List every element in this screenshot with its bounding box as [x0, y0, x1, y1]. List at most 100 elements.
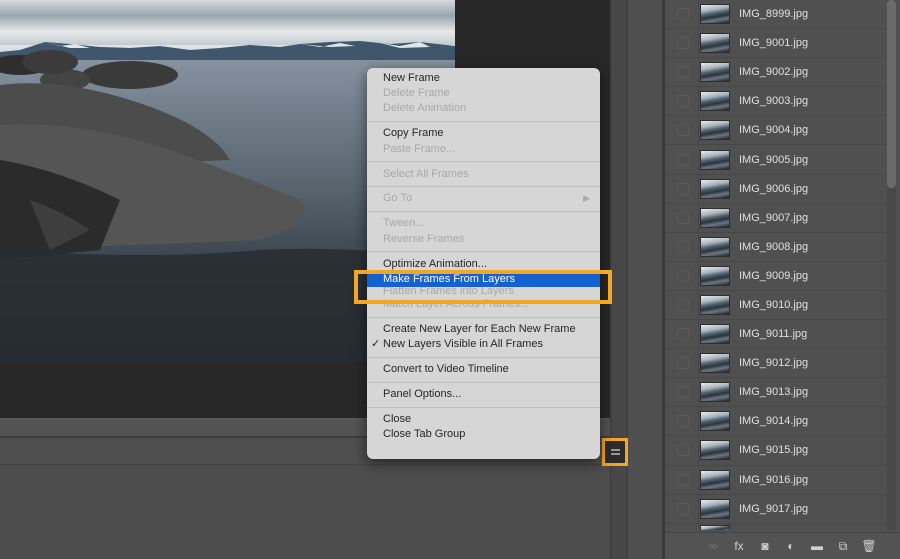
layers-scrollbar[interactable]: [887, 0, 896, 530]
column-divider: [698, 116, 699, 145]
layer-name: IMG_9007.jpg: [739, 211, 809, 224]
visibility-toggle[interactable]: [677, 37, 689, 50]
column-divider: [698, 494, 699, 523]
layers-scrollbar-thumb[interactable]: [887, 0, 896, 188]
visibility-toggle[interactable]: [677, 298, 689, 311]
menu-item-make-frames-from-layers[interactable]: Make Frames From Layers: [367, 271, 600, 287]
panel-menu-button[interactable]: [602, 438, 628, 466]
layer-row[interactable]: IMG_9007.jpg: [665, 203, 890, 233]
layer-thumbnail: [700, 382, 730, 403]
column-divider: [698, 87, 699, 116]
layer-name: IMG_9015.jpg: [739, 444, 809, 457]
layer-name: IMG_9009.jpg: [739, 269, 809, 282]
menu-item-new-layers-visible-in-all-frames[interactable]: ✓ New Layers Visible in All Frames: [367, 337, 600, 352]
layer-row[interactable]: IMG_9010.jpg: [665, 290, 890, 321]
layer-thumbnail: [700, 178, 730, 199]
layer-row[interactable]: IMG_9012.jpg: [665, 349, 890, 379]
menu-separator: [367, 406, 600, 408]
menu-item-flatten-frames-into-layers: Flatten Frames into Layers: [367, 287, 600, 297]
layer-row[interactable]: IMG_9008.jpg: [665, 232, 890, 262]
new-group-icon[interactable]: ▬: [804, 536, 830, 556]
layer-row[interactable]: IMG_9016.jpg: [665, 465, 890, 495]
menu-item-convert-to-video-timeline[interactable]: Convert to Video Timeline: [367, 362, 600, 377]
timeline-panel-context-menu: New Frame Delete Frame Delete Animation Cop…: [367, 68, 600, 459]
layer-list: IMG_8999.jpg IMG_9001.jpg IMG_9002.jpg IMG_…: [665, 0, 890, 530]
layer-row[interactable]: IMG_9009.jpg: [665, 261, 890, 291]
menu-separator: [367, 120, 600, 122]
visibility-toggle[interactable]: [677, 415, 689, 428]
layer-row[interactable]: IMG_9005.jpg: [665, 145, 890, 175]
menu-item-close[interactable]: Close: [367, 412, 600, 427]
layer-thumbnail: [700, 324, 730, 345]
layer-row[interactable]: IMG_9015.jpg: [665, 436, 890, 466]
menu-item-delete-animation: Delete Animation: [367, 101, 600, 116]
layer-row[interactable]: IMG_9002.jpg: [665, 58, 890, 88]
column-divider: [698, 378, 699, 407]
menu-item-label: Create New Layer for Each New Frame: [383, 322, 576, 335]
layers-footer-toolbar: ∞ fx ◙ ◐ ▬ ⧉ 🗑: [665, 532, 900, 559]
visibility-toggle[interactable]: [677, 153, 689, 166]
menu-separator: [367, 356, 600, 358]
layer-row[interactable]: IMG_9003.jpg: [665, 87, 890, 117]
column-divider: [698, 349, 699, 378]
menu-item-copy-frame[interactable]: Copy Frame: [367, 126, 600, 141]
column-divider: [698, 290, 699, 320]
visibility-toggle[interactable]: [677, 473, 689, 486]
column-divider: [698, 0, 699, 29]
adjustment-layer-icon[interactable]: ◐: [778, 536, 804, 556]
link-layers-icon[interactable]: ∞: [700, 536, 726, 556]
menu-item-panel-options[interactable]: Panel Options...: [367, 387, 600, 402]
photoshop-window: IMG_8999.jpg IMG_9001.jpg IMG_9002.jpg IMG_…: [0, 0, 900, 559]
layer-row[interactable]: IMG_9011.jpg: [665, 320, 890, 350]
layer-thumbnail: [700, 91, 730, 112]
layer-row[interactable]: IMG_9014.jpg: [665, 407, 890, 437]
menu-item-optimize-animation[interactable]: Optimize Animation...: [367, 257, 600, 272]
layer-row[interactable]: IMG_9001.jpg: [665, 29, 890, 59]
menu-item-close-tab-group[interactable]: Close Tab Group: [367, 427, 600, 442]
layer-name: IMG_9010.jpg: [739, 298, 809, 311]
visibility-toggle[interactable]: [677, 124, 689, 137]
menu-item-label: Convert to Video Timeline: [383, 363, 509, 376]
layer-thumbnail: [700, 4, 730, 25]
layer-mask-icon[interactable]: ◙: [752, 536, 778, 556]
layer-row[interactable]: IMG_8999.jpg: [665, 0, 890, 30]
menu-separator: [367, 251, 600, 253]
layer-thumbnail: [700, 62, 730, 83]
menu-item-delete-frame: Delete Frame: [367, 86, 600, 101]
layer-thumbnail: [700, 149, 730, 170]
column-divider: [698, 29, 699, 58]
layer-name: IMG_9013.jpg: [739, 386, 809, 399]
menu-item-label: Make Frames From Layers: [383, 272, 516, 285]
visibility-toggle[interactable]: [677, 66, 689, 79]
visibility-toggle[interactable]: [677, 386, 689, 399]
menu-item-new-frame[interactable]: New Frame: [367, 71, 600, 86]
menu-item-label: Tween...: [383, 217, 425, 230]
submenu-arrow-icon: ▶: [583, 193, 590, 204]
visibility-toggle[interactable]: [677, 95, 689, 108]
column-divider: [698, 174, 699, 203]
layer-name: IMG_9001.jpg: [739, 37, 809, 50]
menu-item-paste-frame: Paste Frame...: [367, 142, 600, 157]
visibility-toggle[interactable]: [677, 182, 689, 195]
layer-row[interactable]: IMG_9006.jpg: [665, 174, 890, 204]
visibility-toggle[interactable]: [677, 444, 689, 457]
layer-row[interactable]: IMG_9004.jpg: [665, 116, 890, 146]
visibility-toggle[interactable]: [677, 269, 689, 282]
layer-thumbnail: [700, 120, 730, 141]
layer-row[interactable]: IMG_9013.jpg: [665, 378, 890, 408]
fx-icon[interactable]: fx: [726, 536, 752, 556]
menu-item-create-new-layer-for-each-new-frame[interactable]: Create New Layer for Each New Frame: [367, 322, 600, 337]
visibility-toggle[interactable]: [677, 211, 689, 224]
menu-item-label: New Layers Visible in All Frames: [383, 338, 543, 351]
layer-name: IMG_8999.jpg: [739, 8, 809, 21]
menu-item-match-layer-across-frames: Match Layer Across Frames...: [367, 297, 600, 312]
column-divider: [698, 320, 699, 349]
visibility-toggle[interactable]: [677, 357, 689, 370]
layer-row[interactable]: IMG_9017.jpg: [665, 494, 890, 524]
visibility-toggle[interactable]: [677, 502, 689, 515]
new-layer-icon[interactable]: ⧉: [830, 536, 856, 556]
visibility-toggle[interactable]: [677, 328, 689, 341]
visibility-toggle[interactable]: [677, 8, 689, 21]
visibility-toggle[interactable]: [677, 240, 689, 253]
delete-layer-icon[interactable]: 🗑: [856, 536, 882, 556]
